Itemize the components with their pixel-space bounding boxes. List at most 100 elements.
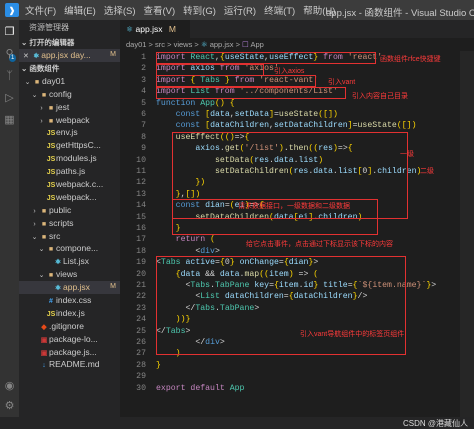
settings-gear-icon[interactable]: ⚙	[3, 400, 16, 413]
file-tree: ⌄ ■ day01 ⌄ ■ config › ■ jest › ■ webpack JSenv.js JS…	[19, 75, 120, 371]
folder-file-icon: ■	[41, 233, 47, 241]
react-file-icon: ⚛	[126, 25, 134, 34]
menu-run[interactable]: 运行(R)	[224, 3, 256, 17]
explorer-icon[interactable]: ❐	[3, 26, 16, 39]
file-item[interactable]: ↓ README.md	[19, 358, 120, 371]
window-title: app.jsx - 函数组件 - Visual Studio Code	[326, 8, 474, 19]
js-file-icon: JS	[46, 182, 56, 190]
folder-item[interactable]: › ■ scripts	[19, 217, 120, 230]
file-item[interactable]: ▣ package.js...	[19, 346, 120, 359]
md-file-icon: ↓	[42, 362, 46, 370]
folder-item[interactable]: ⌄ ■ src	[19, 230, 120, 243]
tree-item-label: env.js	[56, 127, 78, 138]
folder-file-icon: ■	[34, 78, 40, 86]
code-line[interactable]: function App() {	[156, 99, 235, 108]
run-debug-icon[interactable]: ▷	[3, 92, 16, 105]
close-icon[interactable]: ✕	[23, 53, 29, 60]
code-editor[interactable]: 1 import React,{useState,useEffect} from …	[120, 51, 474, 417]
open-editor-item[interactable]: ✕ ⚛ app.jsx day... M	[19, 49, 120, 62]
git-file-icon: ◆	[41, 323, 47, 331]
folder-file-icon: ■	[41, 220, 47, 228]
menu-file[interactable]: 文件(F)	[25, 3, 56, 17]
file-item[interactable]: ◆ .gitignore	[19, 320, 120, 333]
file-item[interactable]: JSenv.js	[19, 126, 120, 139]
js-file-icon: JS	[46, 143, 56, 151]
menu-terminal[interactable]: 终端(T)	[264, 3, 295, 17]
annotation-note: 一级	[400, 151, 414, 158]
breadcrumb-item[interactable]: app.jsx	[210, 40, 234, 49]
menu-selection[interactable]: 选择(S)	[104, 3, 136, 17]
tree-item-label: views	[56, 269, 78, 280]
chevron-right-icon: ›	[33, 207, 36, 215]
chevron-down-icon: ⌄	[31, 91, 38, 99]
code-line[interactable]: const [data,setData]=useState([])	[156, 110, 338, 119]
react-file-icon: ⚛	[54, 259, 62, 267]
tree-item-label: README.md	[49, 359, 100, 370]
source-control-icon[interactable]: ᛉ	[3, 70, 16, 83]
annotation-note: 引入axios	[274, 68, 305, 75]
file-item[interactable]: ⚛ List.jsx	[19, 255, 120, 268]
file-item[interactable]: JSgetHttpsC...	[19, 139, 120, 152]
tree-item-label: day01	[42, 75, 66, 86]
code-line[interactable]: <div>	[156, 247, 220, 256]
line-number: 23	[136, 303, 146, 313]
folder-item[interactable]: ⌄ ■ config	[19, 88, 120, 101]
code-line[interactable]: }	[156, 361, 161, 370]
line-number: 21	[136, 281, 146, 290]
line-number: 29	[136, 372, 146, 382]
breadcrumb-item[interactable]: day01	[126, 40, 146, 49]
explorer-header: 资源管理器	[29, 23, 69, 32]
search-icon[interactable]: ⚲	[3, 48, 16, 61]
folder-item[interactable]: › ■ public	[19, 204, 120, 217]
annotation-box	[156, 52, 376, 64]
code-line[interactable]: return (	[156, 235, 215, 244]
tab-app-jsx[interactable]: ⚛ app.jsx M	[120, 20, 190, 38]
line-number: 5	[141, 98, 146, 108]
modified-indicator: M	[110, 283, 116, 291]
workspace-label: 函数组件	[29, 63, 60, 73]
code-line[interactable]: const [dataChildren,setDataChildren]=use…	[156, 121, 417, 130]
file-item[interactable]: JSwebpack...	[19, 191, 120, 204]
file-item[interactable]: JSwebpack.c...	[19, 178, 120, 191]
menu-go[interactable]: 转到(G)	[183, 3, 216, 17]
folder-item[interactable]: › ■ webpack	[19, 114, 120, 127]
workspace-section[interactable]: ⌄ 函数组件	[19, 62, 120, 75]
line-number: 24	[136, 315, 146, 325]
open-editors-label: 打开的编辑器	[29, 38, 75, 47]
annotation-note: 引入内容自己目录	[352, 93, 408, 100]
menu-edit[interactable]: 编辑(E)	[64, 3, 96, 17]
line-number: 17	[136, 235, 146, 245]
file-item[interactable]: ▣ package-lo...	[19, 333, 120, 346]
line-number: 27	[136, 349, 146, 359]
account-icon[interactable]: ◉	[3, 380, 16, 393]
breadcrumb-item[interactable]: App	[250, 40, 263, 49]
js-file-icon: JS	[46, 169, 56, 177]
line-number: 1	[141, 53, 146, 62]
breadcrumb-item[interactable]: src	[155, 40, 165, 49]
menu-view[interactable]: 查看(V)	[143, 3, 175, 17]
folder-item[interactable]: ⌄ ■ day01	[19, 75, 120, 88]
file-item[interactable]: JSpaths.js	[19, 165, 120, 178]
breadcrumb-item[interactable]: views	[174, 40, 193, 49]
file-item[interactable]: ⚛ app.jsx M	[19, 281, 120, 295]
extensions-icon[interactable]: ▦	[3, 114, 16, 127]
line-number: 9	[141, 144, 146, 154]
folder-item[interactable]: › ■ jest	[19, 101, 120, 114]
chevron-down-icon: ⌄	[31, 233, 38, 241]
annotation-note: 二级	[420, 168, 434, 175]
open-editors-section[interactable]: ⌄ 打开的编辑器	[19, 36, 120, 49]
react-file-icon: ⚛	[33, 53, 40, 60]
file-item[interactable]: # index.css	[19, 294, 120, 307]
npm-file-icon: ▣	[40, 336, 48, 344]
annotation-note: 请求数据接口，一级数据和二级数据	[238, 203, 350, 210]
tree-item-label: app.jsx	[63, 282, 90, 293]
title-bar: ❱ 文件(F) 编辑(E) 选择(S) 查看(V) 转到(G) 运行(R) 终端…	[0, 0, 474, 20]
line-number: 6	[141, 110, 146, 119]
js-file-icon: JS	[46, 194, 56, 202]
file-item[interactable]: JSindex.js	[19, 307, 120, 320]
file-item[interactable]: JSmodules.js	[19, 152, 120, 165]
folder-item[interactable]: ⌄ ■ views	[19, 268, 120, 281]
code-line[interactable]: export default App	[156, 384, 244, 393]
js-file-icon: JS	[46, 310, 56, 318]
folder-item[interactable]: ⌄ ■ compone...	[19, 242, 120, 255]
